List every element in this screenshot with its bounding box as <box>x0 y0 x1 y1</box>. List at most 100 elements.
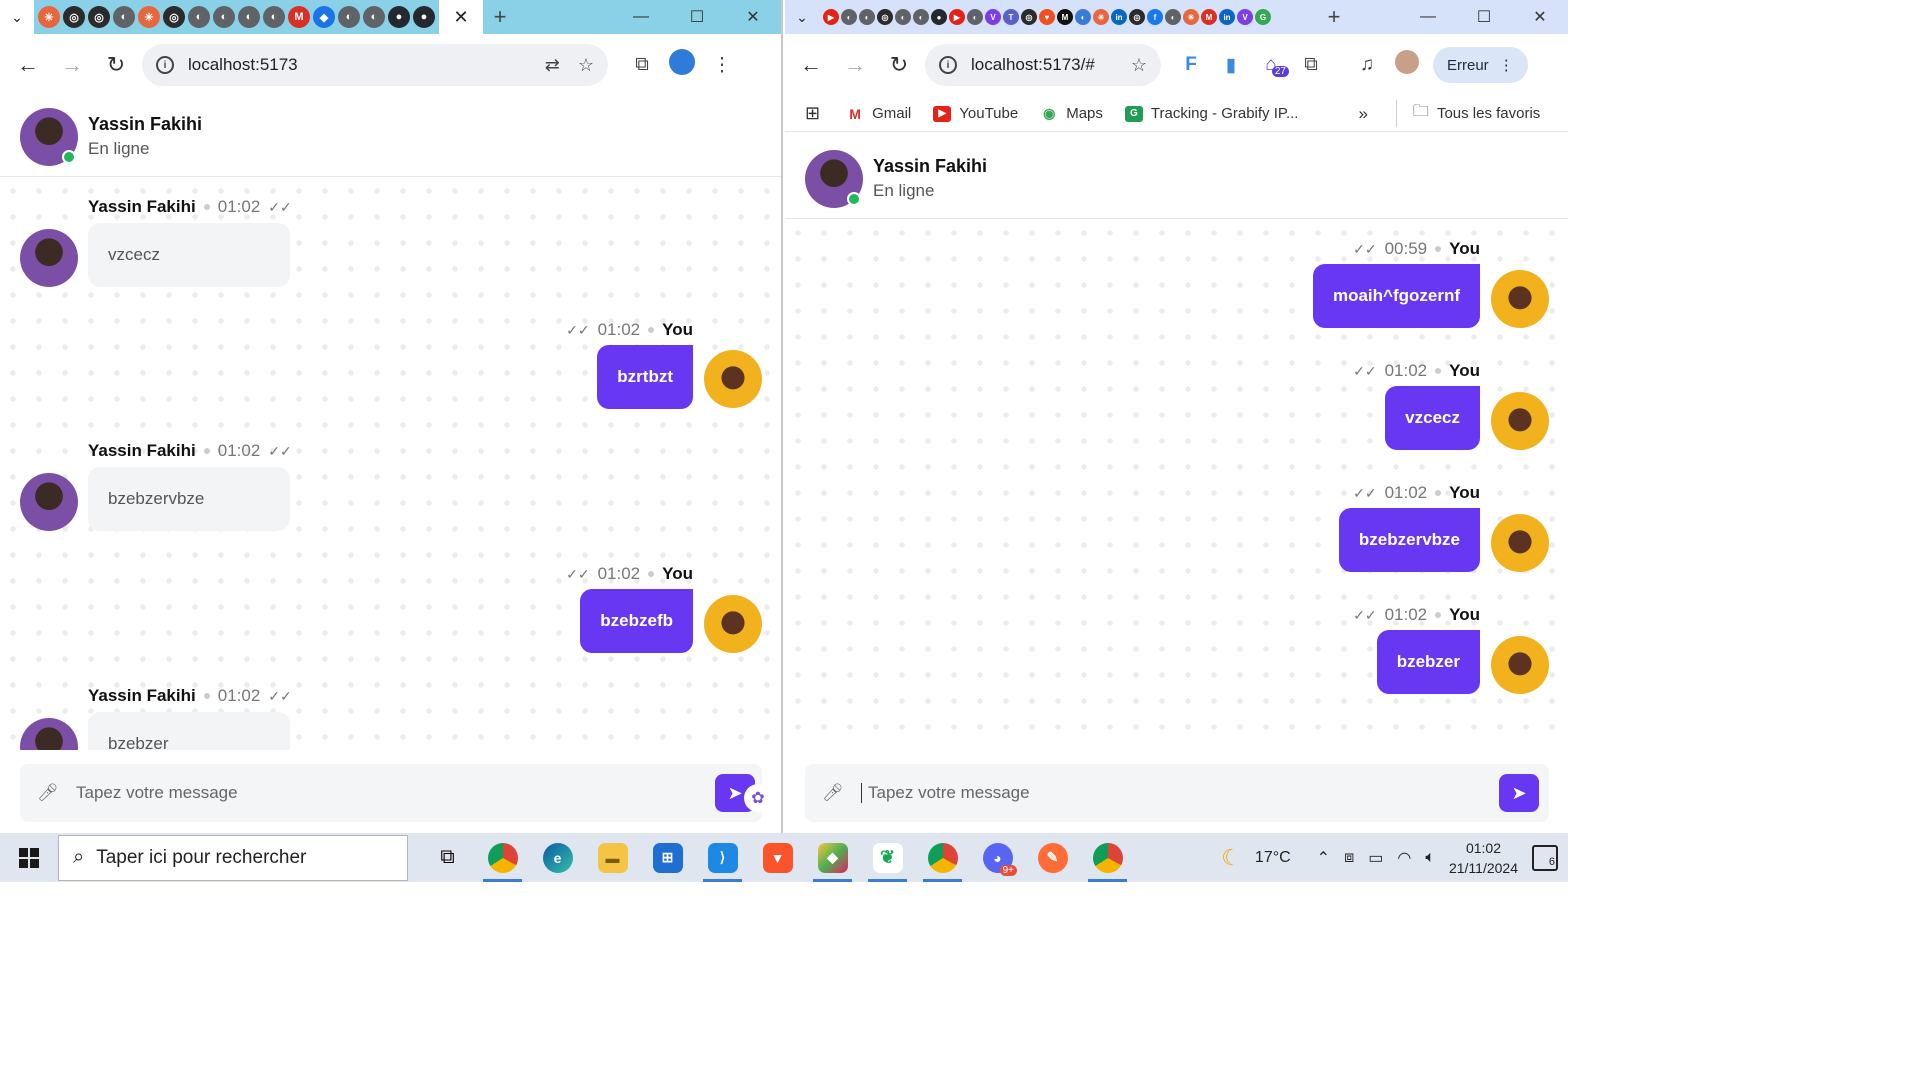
globe-tab-icon[interactable]: ◐ <box>913 9 929 25</box>
show-hidden-icons[interactable]: ⌃ <box>1317 848 1330 868</box>
message-placeholder[interactable]: Tapez votre message <box>76 783 762 803</box>
bookmark-maps[interactable]: ◉ Maps <box>1040 105 1103 122</box>
contact-avatar[interactable] <box>805 149 863 208</box>
back-icon[interactable]: ← <box>6 52 50 78</box>
vite-tab-icon[interactable]: V <box>1237 9 1253 25</box>
back-icon[interactable]: ← <box>789 52 833 78</box>
facebook-tab-icon[interactable]: f <box>1147 9 1163 25</box>
profile-error-button[interactable]: Erreur ⋮ <box>1433 47 1528 83</box>
minimize-icon[interactable]: — <box>613 0 669 34</box>
medium-tab-icon[interactable]: M <box>1057 9 1073 25</box>
message-list[interactable]: ✓✓ 00:59 You moaih^fgozernf ✓✓ 01:02 You… <box>785 220 1568 750</box>
site-info-icon[interactable]: i <box>156 56 174 74</box>
figma-tab-icon[interactable]: ✳ <box>1183 9 1199 25</box>
all-bookmarks-button[interactable]: 🗀︎ Tous les favoris <box>1395 100 1540 127</box>
gmail-tab-icon[interactable]: M <box>1201 9 1217 25</box>
claude-tab-icon[interactable]: ✳ <box>1093 9 1109 25</box>
globe-tab-icon[interactable]: ◐ <box>841 9 857 25</box>
send-button[interactable]: ➤ <box>1499 774 1539 812</box>
message-list[interactable]: Yassin Fakihi 01:02 ✓✓ vzcecz ✓✓ 01:02 Y… <box>0 178 781 750</box>
teams-tab-icon[interactable]: T <box>1003 9 1019 25</box>
chatgpt-tab-icon[interactable]: ◎ <box>877 9 893 25</box>
globe-tab-icon[interactable]: ◐ <box>263 6 285 28</box>
maximize-icon[interactable]: ☐ <box>669 0 725 34</box>
github-tab-icon[interactable]: ● <box>413 6 435 28</box>
globe-tab-icon[interactable]: ◐ <box>895 9 911 25</box>
notifications-icon[interactable]: 6 <box>1532 844 1558 871</box>
bookmark-gmail[interactable]: M Gmail <box>846 105 911 122</box>
bookmark-star-icon[interactable]: ☆ <box>1131 55 1147 76</box>
message-input[interactable]: 🎤︎ Tapez votre message <box>805 764 1549 822</box>
jira-tab-icon[interactable]: ◆ <box>313 6 335 28</box>
globe-tab-icon[interactable]: ◐ <box>1165 9 1181 25</box>
message-bubble[interactable]: bzebzer <box>1376 630 1480 694</box>
forward-icon[interactable]: → <box>50 52 94 78</box>
file-explorer-icon[interactable]: ▬ <box>585 833 640 882</box>
edge-icon[interactable]: e <box>530 833 585 882</box>
heart-tab-icon[interactable]: ♥ <box>1039 9 1055 25</box>
gmail-tab-icon[interactable]: M <box>288 6 310 28</box>
youtube-tab-icon[interactable]: ▶ <box>949 9 965 25</box>
microphone-icon[interactable]: 🎤︎ <box>20 783 76 803</box>
globe-tab-icon[interactable]: ◐ <box>338 6 360 28</box>
task-view-icon[interactable]: ⧉ <box>420 833 475 882</box>
start-button[interactable] <box>0 847 58 868</box>
extension-mortarboard-icon[interactable]: ⌂ 27 <box>1251 54 1291 77</box>
meet-now-icon[interactable]: ⧈ <box>1344 849 1354 867</box>
ai-assistant-icon[interactable]: ✿ <box>744 784 772 812</box>
claude-tab-icon[interactable]: ✳ <box>138 6 160 28</box>
contact-avatar[interactable] <box>20 107 78 166</box>
brave-icon[interactable]: ▼ <box>750 833 805 882</box>
message-bubble[interactable]: bzebzefb <box>580 589 693 653</box>
volume-icon[interactable]: 🔈︎ <box>1425 849 1435 867</box>
extensions-icon[interactable]: ⧉ <box>1291 54 1331 76</box>
extension-fi-icon[interactable]: F <box>1171 54 1211 76</box>
message-bubble[interactable]: moaih^fgozernf <box>1312 264 1480 328</box>
chrome-icon[interactable] <box>475 833 530 882</box>
bookmark-youtube[interactable]: ▶ YouTube <box>933 105 1018 122</box>
vite-tab-icon[interactable]: V <box>985 9 1001 25</box>
new-tab-button[interactable]: + <box>1317 4 1351 30</box>
globe-tab-icon[interactable]: ◐ <box>113 6 135 28</box>
url-text[interactable]: localhost:5173/# <box>971 55 1113 75</box>
address-bar[interactable]: i localhost:5173/# ☆ <box>925 44 1161 86</box>
chatgpt-tab-icon[interactable]: ◎ <box>88 6 110 28</box>
globe-tab-icon[interactable]: ◐ <box>213 6 235 28</box>
menu-icon[interactable]: ⋮ <box>702 54 742 77</box>
git-icon[interactable]: ◆ <box>805 833 860 882</box>
bookmark-grabify[interactable]: G Tracking - Grabify IP... <box>1124 105 1298 122</box>
globe-tab-icon[interactable]: ◐ <box>967 9 983 25</box>
close-window-icon[interactable]: ✕ <box>725 0 781 34</box>
site-info-icon[interactable]: i <box>939 56 957 74</box>
discord-icon[interactable]: ◕ 9+ <box>970 833 1025 882</box>
taskbar-search[interactable]: ⌕ Taper ici pour rechercher <box>58 834 408 881</box>
clock[interactable]: 01:02 21/11/2024 <box>1449 838 1518 878</box>
maximize-icon[interactable]: ☐ <box>1456 0 1512 34</box>
wifi-icon[interactable]: ◠ <box>1397 848 1411 868</box>
chatgpt-tab-icon[interactable]: ◎ <box>63 6 85 28</box>
apps-icon[interactable]: ⊞ <box>805 103 820 124</box>
youtube-tab-icon[interactable]: ▶ <box>823 9 839 25</box>
store-icon[interactable]: ⊞ <box>640 833 695 882</box>
tab-search-button[interactable]: ⌄ <box>785 0 819 34</box>
weather-moon-icon[interactable]: ☾ <box>1221 845 1241 871</box>
grabify-tab-icon[interactable]: G <box>1255 9 1271 25</box>
github-tab-icon[interactable]: ● <box>931 9 947 25</box>
reload-icon[interactable]: ↻ <box>94 52 138 78</box>
message-bubble[interactable]: bzebzervbze <box>88 467 290 531</box>
message-bubble[interactable]: bzebzer <box>88 712 290 750</box>
weather-temperature[interactable]: 17°C <box>1255 849 1291 867</box>
message-input[interactable]: 🎤︎ Tapez votre message <box>20 764 762 822</box>
globe-tab-icon[interactable]: ◐ <box>188 6 210 28</box>
linkedin-tab-icon[interactable]: in <box>1219 9 1235 25</box>
globe-tab-icon[interactable]: ◐ <box>238 6 260 28</box>
extensions-icon[interactable]: ⧉ <box>622 54 662 76</box>
globe-tab-icon[interactable]: ◐ <box>363 6 385 28</box>
url-text[interactable]: localhost:5173 <box>188 55 527 75</box>
chatgpt-tab-icon[interactable]: ◎ <box>1021 9 1037 25</box>
github-tab-icon[interactable]: ● <box>388 6 410 28</box>
message-bubble[interactable]: vzcecz <box>88 223 290 287</box>
vscode-icon[interactable]: ⟩ <box>695 833 750 882</box>
message-bubble[interactable]: vzcecz <box>1385 386 1480 450</box>
message-input-field[interactable]: Tapez votre message <box>861 783 1549 804</box>
